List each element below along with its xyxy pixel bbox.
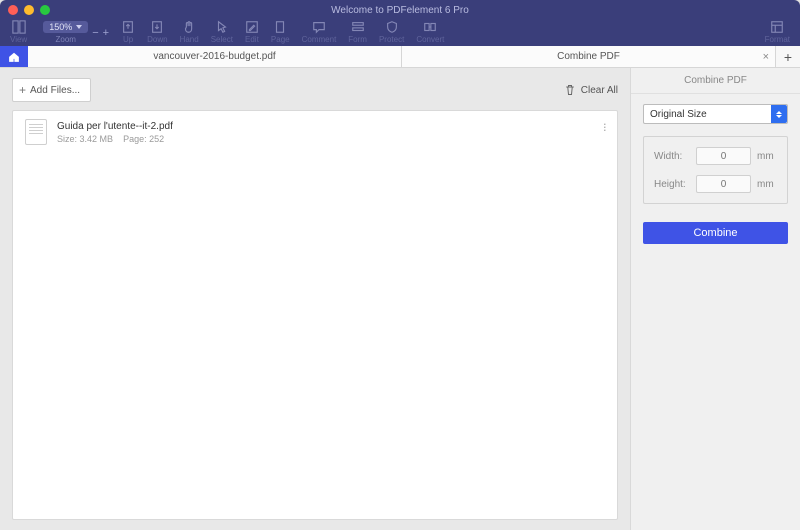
minimize-window-button[interactable] (24, 5, 34, 15)
select-tool[interactable]: Select (211, 20, 233, 44)
combine-file-area: + Add Files... Clear All Guida per l'ute… (0, 68, 630, 530)
protect-tool[interactable]: Protect (379, 20, 404, 44)
main-toolbar: View 150% Zoom − + Up Down Hand Select (0, 20, 800, 46)
tab-document-1[interactable]: vancouver-2016-budget.pdf (28, 46, 402, 67)
tab-combine-pdf[interactable]: Combine PDF × (402, 46, 776, 67)
page-up-tool[interactable]: Up (121, 20, 135, 44)
add-files-label: Add Files... (30, 85, 80, 96)
page-size-value: Original Size (650, 109, 707, 120)
file-list-panel: Guida per l'utente--it-2.pdf Size: 3.42 … (12, 110, 618, 520)
hand-tool[interactable]: Hand (180, 20, 199, 44)
clear-all-label: Clear All (581, 85, 618, 96)
zoom-tool[interactable]: 150% Zoom − + (43, 21, 109, 44)
zoom-in-button[interactable]: + (103, 27, 109, 39)
clear-all-button[interactable]: Clear All (564, 84, 618, 96)
page-size-select[interactable]: Original Size (643, 104, 788, 124)
format-tool[interactable]: Format (765, 20, 790, 44)
select-arrows-icon (771, 105, 787, 123)
page-down-tool[interactable]: Down (147, 20, 167, 44)
window-titlebar: Welcome to PDFelement 6 Pro (0, 0, 800, 20)
tab-label: vancouver-2016-budget.pdf (153, 51, 275, 62)
combine-sidebar: Combine PDF Original Size Width: mm Heig… (630, 68, 800, 530)
tab-bar: vancouver-2016-budget.pdf Combine PDF × … (0, 46, 800, 68)
dimensions-group: Width: mm Height: mm (643, 136, 788, 204)
add-tab-button[interactable]: + (776, 46, 800, 67)
maximize-window-button[interactable] (40, 5, 50, 15)
combine-button[interactable]: Combine (643, 222, 788, 244)
plus-icon: + (19, 83, 26, 97)
close-tab-icon[interactable]: × (763, 51, 769, 63)
zoom-level-selector[interactable]: 150% (43, 21, 88, 33)
height-input[interactable] (696, 175, 751, 193)
document-icon (25, 119, 47, 145)
comment-tool[interactable]: Comment (302, 20, 337, 44)
zoom-out-button[interactable]: − (92, 27, 98, 39)
view-tool[interactable]: View (10, 20, 27, 44)
edit-tool[interactable]: Edit (245, 20, 259, 44)
close-window-button[interactable] (8, 5, 18, 15)
add-files-button[interactable]: + Add Files... (12, 78, 91, 102)
tab-label: Combine PDF (557, 51, 620, 62)
width-label: Width: (654, 151, 690, 162)
form-tool[interactable]: Form (348, 20, 367, 44)
home-tab-button[interactable] (0, 46, 28, 67)
convert-tool[interactable]: Convert (416, 20, 444, 44)
width-unit: mm (757, 151, 777, 162)
trash-icon (564, 84, 576, 96)
height-label: Height: (654, 179, 690, 190)
page-tool[interactable]: Page (271, 20, 290, 44)
sidebar-title: Combine PDF (631, 68, 800, 94)
file-item-menu-icon[interactable]: ··· (603, 121, 607, 130)
window-title: Welcome to PDFelement 6 Pro (0, 5, 800, 16)
file-list-item[interactable]: Guida per l'utente--it-2.pdf Size: 3.42 … (13, 111, 617, 153)
width-input[interactable] (696, 147, 751, 165)
height-unit: mm (757, 179, 777, 190)
file-name: Guida per l'utente--it-2.pdf (57, 121, 173, 132)
